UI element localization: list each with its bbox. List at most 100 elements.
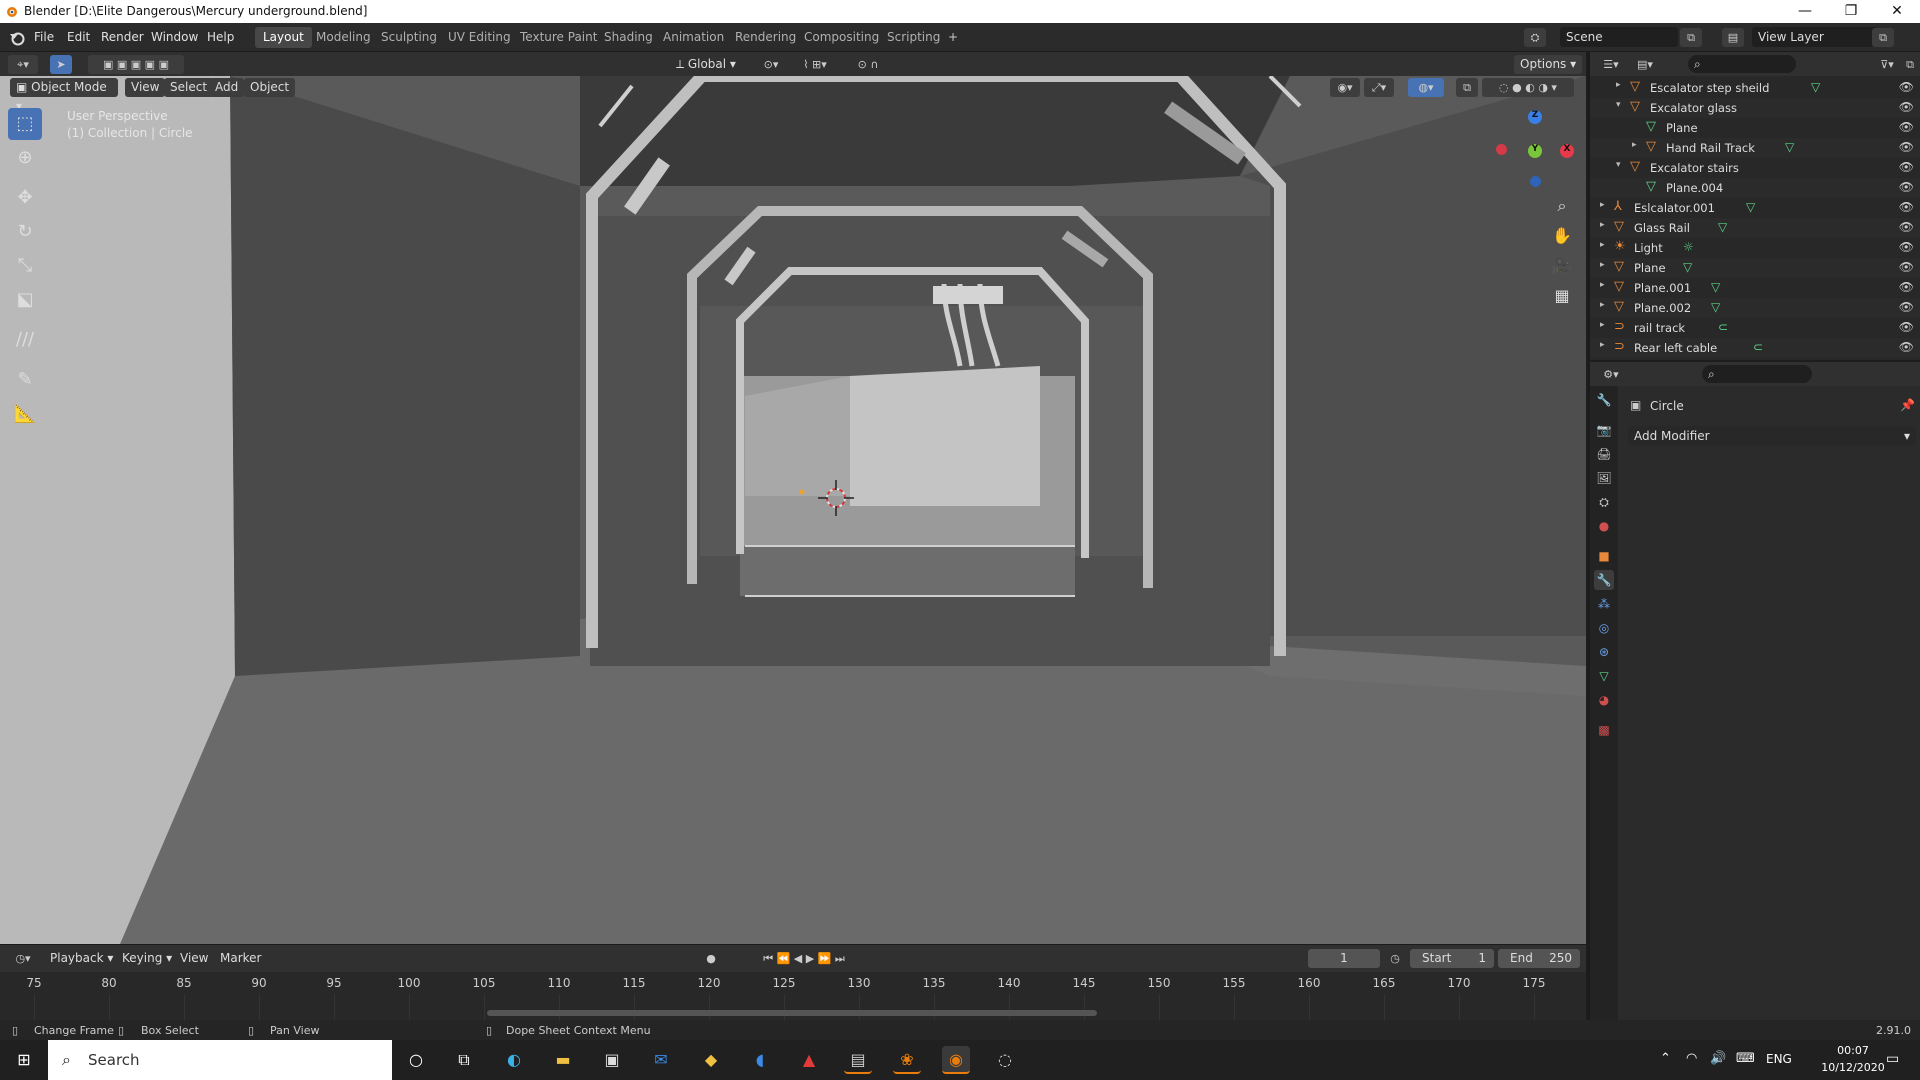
- auto-keying-icon[interactable]: ●: [700, 949, 722, 968]
- measure-pen-tool-icon[interactable]: ✎: [8, 364, 42, 396]
- visibility-eye-icon[interactable]: 👁: [1899, 340, 1914, 354]
- menu-view[interactable]: View: [125, 78, 166, 97]
- select-box-tool-icon[interactable]: ⬚: [8, 108, 42, 140]
- timeline-menu-marker[interactable]: Marker: [214, 949, 268, 968]
- object-data-icon[interactable]: ▽: [1785, 140, 1794, 154]
- rotate-tool-icon[interactable]: ↻: [8, 216, 42, 248]
- visibility-eye-icon[interactable]: 👁: [1899, 220, 1914, 234]
- menu-help[interactable]: Help: [207, 30, 234, 44]
- visibility-eye-icon[interactable]: 👁: [1899, 260, 1914, 274]
- physics-tab-icon[interactable]: ◎: [1594, 618, 1614, 638]
- gizmo-neg-z[interactable]: [1530, 176, 1541, 187]
- file-explorer-icon[interactable]: ▬: [549, 1046, 577, 1074]
- object-data-icon[interactable]: ⊂: [1718, 320, 1728, 334]
- outliner-row[interactable]: ▸ ▽ Escalator step sheild ▽ 👁: [1590, 78, 1920, 98]
- playback-controls-icons[interactable]: ⏮ ⏪ ◀ ▶ ⏩ ⏭: [744, 949, 864, 968]
- clock-date[interactable]: 10/12/2020: [1820, 1061, 1886, 1074]
- outliner-editor-type-icon[interactable]: ☰▾: [1596, 55, 1626, 74]
- new-collection-icon[interactable]: ⧉: [1900, 55, 1920, 74]
- mail-icon[interactable]: ✉: [647, 1046, 675, 1074]
- pan-hand-icon[interactable]: ✋: [1548, 222, 1576, 250]
- outliner-row[interactable]: ▸ ▽ Plane ▽ 👁: [1590, 258, 1920, 278]
- pivot-point-icon[interactable]: ⊙▾: [756, 55, 786, 74]
- visibility-eye-icon[interactable]: 👁: [1899, 300, 1914, 314]
- xray-icon[interactable]: ⧉: [1456, 78, 1478, 97]
- measure-tool-icon[interactable]: 📐: [8, 398, 42, 430]
- app-icon-blue[interactable]: ◖: [746, 1046, 774, 1074]
- transform-tool-icon[interactable]: ⬕: [8, 284, 42, 316]
- outliner-row[interactable]: ▸ ▽ Glass Rail ▽ 👁: [1590, 218, 1920, 238]
- tab-animation[interactable]: Animation: [655, 27, 732, 48]
- menu-edit[interactable]: Edit: [67, 30, 90, 44]
- view-layer-icon[interactable]: ▤: [1722, 28, 1744, 47]
- select-mode-icon[interactable]: ➤: [50, 55, 72, 74]
- tool-tab-icon[interactable]: 🔧: [1594, 390, 1614, 410]
- scene-selector-icon[interactable]: ⛭: [1524, 28, 1546, 47]
- texture-tab-icon[interactable]: ▩: [1594, 720, 1614, 740]
- timeline-menu-keying[interactable]: Keying ▾: [116, 949, 179, 968]
- gizmo-toggle-icon[interactable]: ⤢▾: [1364, 78, 1394, 97]
- tray-chevron-icon[interactable]: ⌃: [1660, 1051, 1671, 1066]
- volume-icon[interactable]: 🔊: [1710, 1051, 1726, 1066]
- visibility-icon[interactable]: ◉▾: [1330, 78, 1360, 97]
- expand-arrow-icon[interactable]: ▸: [1600, 200, 1605, 210]
- cursor-tool-icon[interactable]: ⊕: [8, 142, 42, 174]
- editor-type-icon[interactable]: ⌖▾: [8, 55, 38, 74]
- gizmo-x-axis[interactable]: X: [1560, 144, 1574, 158]
- taskbar-search-box[interactable]: ⌕ Search: [48, 1040, 392, 1080]
- object-data-icon[interactable]: ▽: [1811, 80, 1820, 94]
- language-indicator[interactable]: ENG: [1766, 1052, 1792, 1066]
- visibility-eye-icon[interactable]: 👁: [1899, 80, 1914, 94]
- tab-modeling[interactable]: Modeling: [308, 27, 379, 48]
- visibility-eye-icon[interactable]: 👁: [1899, 160, 1914, 174]
- expand-arrow-icon[interactable]: ▸: [1600, 300, 1605, 310]
- options-dropdown[interactable]: Options ▾: [1514, 55, 1583, 74]
- end-frame-field[interactable]: End 250: [1498, 949, 1580, 968]
- visibility-eye-icon[interactable]: 👁: [1899, 120, 1914, 134]
- start-frame-field[interactable]: Start 1: [1410, 949, 1494, 968]
- keyboard-icon[interactable]: ⌨: [1736, 1051, 1755, 1066]
- visibility-eye-icon[interactable]: 👁: [1899, 240, 1914, 254]
- outliner-row[interactable]: ▸ ⊃ rail track ⊂ 👁: [1590, 318, 1920, 338]
- visibility-eye-icon[interactable]: 👁: [1899, 180, 1914, 194]
- scene-tab-icon[interactable]: ⛭: [1594, 492, 1614, 512]
- gizmo-y-axis[interactable]: Y: [1528, 144, 1542, 158]
- object-data-icon[interactable]: ⊂: [1753, 340, 1763, 354]
- view-layer-field[interactable]: View Layer: [1752, 27, 1878, 47]
- windows-start-icon[interactable]: ⊞: [10, 1046, 38, 1074]
- menu-object[interactable]: Object: [244, 78, 296, 97]
- expand-arrow-icon[interactable]: ▸: [1600, 340, 1605, 350]
- acrobat-icon[interactable]: ▲: [795, 1046, 823, 1074]
- app-icon-yellow[interactable]: ◆: [697, 1046, 725, 1074]
- camera-view-icon[interactable]: 🎥: [1548, 252, 1576, 280]
- visibility-eye-icon[interactable]: 👁: [1899, 100, 1914, 114]
- outliner-row[interactable]: ▸ ▽ Plane.001 ▽ 👁: [1590, 278, 1920, 298]
- material-tab-icon[interactable]: ◕: [1594, 690, 1614, 710]
- preview-range-icon[interactable]: ◷: [1384, 949, 1406, 968]
- task-view-icon[interactable]: ⧉: [450, 1046, 478, 1074]
- new-scene-icon[interactable]: ⧉: [1680, 28, 1702, 47]
- outliner-row[interactable]: ▸ ⅄ Eslcalator.001 ▽ 👁: [1590, 198, 1920, 218]
- app-icon-window[interactable]: ▤: [844, 1046, 872, 1074]
- expand-arrow-icon[interactable]: ▸: [1600, 260, 1605, 270]
- tab-scripting[interactable]: Scripting: [879, 27, 948, 48]
- expand-arrow-icon[interactable]: ▸: [1600, 220, 1605, 230]
- blender-menu-icon[interactable]: [8, 29, 25, 46]
- expand-arrow-icon[interactable]: ▸: [1600, 280, 1605, 290]
- edge-icon[interactable]: ◐: [500, 1046, 528, 1074]
- output-tab-icon[interactable]: 🖨: [1594, 444, 1614, 464]
- outliner-row[interactable]: ▸ ▽ Hand Rail Track ▽ 👁: [1590, 138, 1920, 158]
- scene-field[interactable]: Scene: [1560, 27, 1678, 47]
- view-layer-tab-icon[interactable]: 🖼: [1594, 468, 1614, 488]
- tab-shading[interactable]: Shading: [596, 27, 661, 48]
- 3d-viewport[interactable]: ▣ Object Mode ▾ View Select Add Object ◉…: [0, 76, 1586, 944]
- timeline-menu-view[interactable]: View: [174, 949, 215, 968]
- perspective-toggle-icon[interactable]: ▦: [1548, 282, 1576, 310]
- outliner-row[interactable]: ▽ Plane 👁: [1590, 118, 1920, 138]
- move-tool-icon[interactable]: ✥: [8, 182, 42, 214]
- selection-mode-icons[interactable]: ▣ ▣ ▣ ▣ ▣: [88, 55, 184, 74]
- menu-window[interactable]: Window: [151, 30, 198, 44]
- clock-time[interactable]: 00:07: [1820, 1044, 1886, 1057]
- expand-arrow-icon[interactable]: ▸: [1632, 140, 1637, 150]
- outliner-row[interactable]: ▸ ⊃ Rear left cable ⊂ 👁: [1590, 338, 1920, 358]
